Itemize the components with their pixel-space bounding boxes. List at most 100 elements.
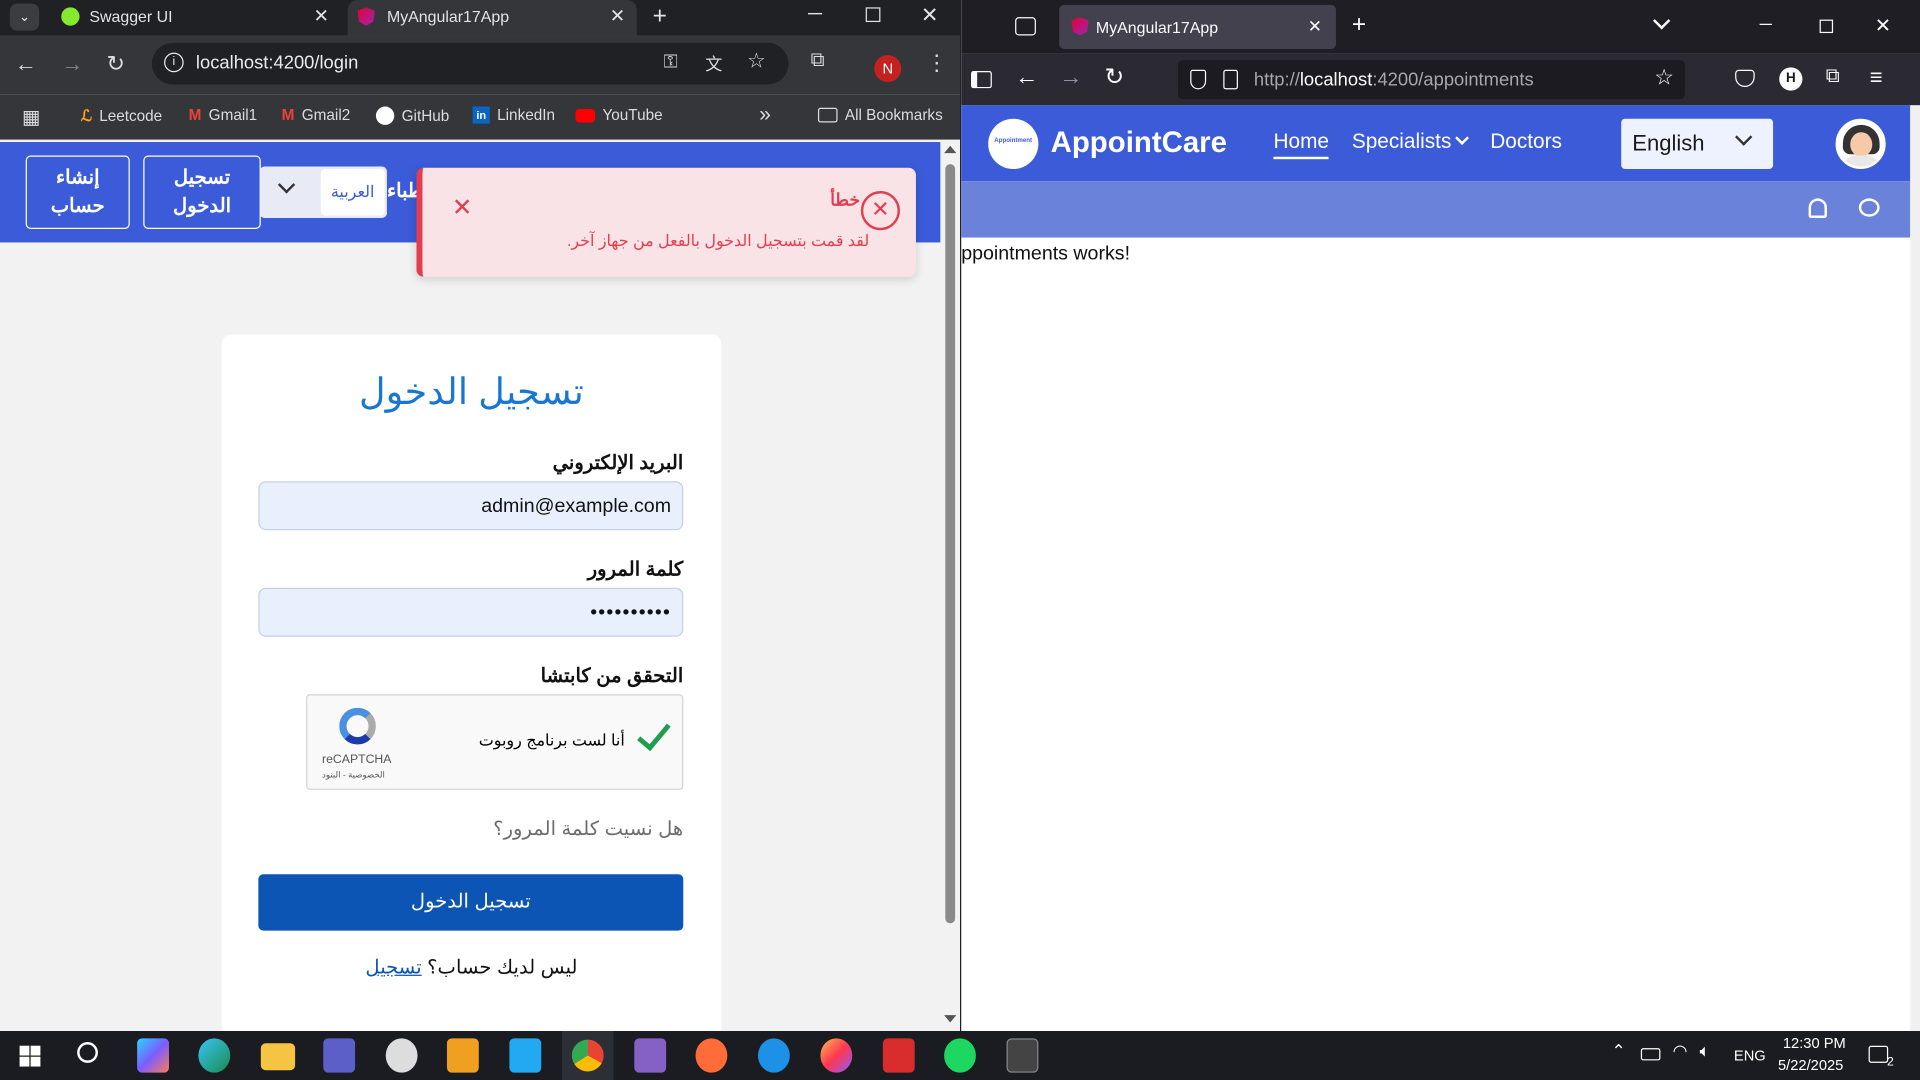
close-tab-icon[interactable]: ✕ xyxy=(1308,16,1322,37)
bookmark-star-icon[interactable]: ☆ xyxy=(1654,65,1674,91)
translate-icon[interactable]: 文 xyxy=(705,51,722,75)
copilot-icon[interactable] xyxy=(137,1038,169,1073)
pocket-icon[interactable] xyxy=(1735,69,1755,87)
sidebar-toggle-icon[interactable] xyxy=(971,71,992,89)
spotify-icon[interactable] xyxy=(944,1038,976,1073)
email-field[interactable]: admin@example.com xyxy=(258,481,684,531)
battery-icon[interactable] xyxy=(1640,1048,1661,1061)
bookmark-youtube[interactable]: YouTube xyxy=(575,107,663,124)
list-tabs-icon[interactable] xyxy=(1652,12,1671,30)
bell-icon[interactable] xyxy=(1808,198,1827,218)
nav-home[interactable]: Home xyxy=(1273,130,1330,160)
recaptcha-links[interactable]: الخصوصية - البنود xyxy=(322,770,385,780)
all-bookmarks[interactable]: All Bookmarks xyxy=(817,107,943,124)
page-scrollbar[interactable] xyxy=(940,142,961,1032)
forward-icon[interactable]: → xyxy=(61,51,83,77)
apps-grid-icon[interactable]: ▦ xyxy=(22,105,41,129)
volume-icon[interactable]: 🔈︎ xyxy=(1700,1041,1710,1062)
tracking-shield-icon[interactable] xyxy=(1190,69,1207,90)
language-select-value: العربية xyxy=(320,168,385,216)
edge-icon[interactable] xyxy=(198,1038,231,1073)
redis-app-icon[interactable] xyxy=(882,1038,915,1073)
docker-icon[interactable] xyxy=(757,1038,790,1073)
paint-tool-icon[interactable] xyxy=(446,1038,479,1073)
minimize-icon[interactable]: ─ xyxy=(808,4,822,26)
visual-studio-icon[interactable] xyxy=(634,1038,667,1073)
firefox-icon[interactable] xyxy=(820,1038,853,1073)
chrome-icon[interactable] xyxy=(562,1031,614,1080)
vscode-icon[interactable] xyxy=(509,1038,542,1073)
firefox-tab-myangular[interactable]: MyAngular17App ✕ xyxy=(1059,4,1336,49)
close-tab-icon[interactable]: ✕ xyxy=(313,0,328,33)
firefox-view-icon[interactable] xyxy=(1015,17,1036,36)
back-icon[interactable]: ← xyxy=(15,51,37,77)
clock-app-icon[interactable] xyxy=(385,1038,418,1073)
language-dropdown[interactable]: العربية xyxy=(259,166,387,218)
user-avatar[interactable] xyxy=(1835,118,1886,169)
appointcare-logo[interactable]: Appointment xyxy=(988,118,1039,169)
tab-search-button[interactable]: ⌄ xyxy=(9,3,40,31)
clock-date[interactable]: 5/22/2025 xyxy=(1778,1057,1843,1074)
firefox-menu-icon[interactable]: ≡ xyxy=(1870,65,1883,91)
bookmark-gmail2[interactable]: M Gmail2 xyxy=(282,107,351,124)
new-tab-button[interactable]: + xyxy=(1352,11,1366,39)
notification-icon[interactable] xyxy=(1868,1045,1889,1063)
clock-time[interactable]: 12:30 PM xyxy=(1783,1035,1846,1052)
file-explorer-icon[interactable] xyxy=(260,1043,296,1071)
extensions-icon[interactable]: ⧉ xyxy=(811,50,825,72)
password-key-icon[interactable]: ⚿ xyxy=(664,51,678,72)
bookmarks-overflow-icon[interactable]: » xyxy=(759,103,771,127)
maximize-icon[interactable] xyxy=(1819,19,1834,34)
forward-icon[interactable]: → xyxy=(1059,65,1082,92)
brand-name[interactable]: AppointCare xyxy=(1051,126,1227,160)
postman-icon[interactable] xyxy=(695,1038,728,1073)
bookmark-gmail1[interactable]: M Gmail1 xyxy=(189,107,258,124)
bookmark-github[interactable]: GitHub xyxy=(375,106,449,125)
new-tab-button[interactable]: + xyxy=(653,0,667,33)
captcha-checkmark-icon[interactable] xyxy=(637,715,671,752)
chrome-menu-icon[interactable]: ⋮ xyxy=(926,50,948,76)
firefox-scrollbar[interactable] xyxy=(1910,105,1920,1032)
teams-icon[interactable] xyxy=(323,1038,356,1073)
nav-doctors[interactable]: Doctors xyxy=(1490,130,1562,154)
back-icon[interactable]: ← xyxy=(1015,65,1038,92)
reload-icon[interactable]: ↻ xyxy=(1104,64,1123,92)
nav-specialists[interactable]: Specialists xyxy=(1352,130,1469,154)
nav-login-button[interactable]: تسجيل الدخول xyxy=(143,155,261,229)
bookmark-star-icon[interactable]: ☆ xyxy=(747,49,766,73)
close-window-icon[interactable]: ✕ xyxy=(921,4,938,28)
submit-login-button[interactable]: تسجيل الدخول xyxy=(258,874,684,931)
scrollbar-thumb[interactable] xyxy=(945,164,956,924)
wifi-icon[interactable]: ◠ xyxy=(1673,1041,1688,1062)
register-link[interactable]: تسجيل xyxy=(365,958,421,979)
input-language[interactable]: ENG xyxy=(1734,1047,1766,1064)
search-icon[interactable] xyxy=(77,1042,98,1063)
close-tab-icon[interactable]: ✕ xyxy=(610,0,625,33)
forgot-password-link[interactable]: هل نسيت كلمة المرور؟ xyxy=(493,817,683,841)
chrome-logo xyxy=(571,1039,604,1072)
extension-h-icon[interactable]: H xyxy=(1779,67,1803,91)
toast-close-icon[interactable]: ✕ xyxy=(452,192,473,223)
bookmark-linkedin[interactable]: in LinkedIn xyxy=(472,106,555,124)
language-dropdown[interactable]: English xyxy=(1621,118,1774,169)
scroll-down-icon[interactable] xyxy=(944,1015,957,1023)
site-info-icon[interactable]: i xyxy=(164,52,184,73)
maximize-icon[interactable] xyxy=(865,7,881,23)
minimize-icon[interactable]: ─ xyxy=(1760,13,1772,33)
tab-swagger[interactable]: Swagger UI ✕ xyxy=(49,0,343,36)
password-field[interactable]: •••••••••• xyxy=(258,587,684,637)
scroll-up-icon[interactable] xyxy=(944,145,957,154)
address-bar[interactable]: i localhost:4200/login ⚿ 文 ☆ xyxy=(151,42,789,85)
create-account-button[interactable]: إنشاء حساب xyxy=(25,155,130,229)
close-window-icon[interactable]: ✕ xyxy=(1875,13,1891,37)
terminal-icon[interactable] xyxy=(1006,1038,1039,1073)
tab-myangular[interactable]: MyAngular17App ✕ xyxy=(347,0,637,36)
reload-icon[interactable]: ↻ xyxy=(107,51,125,77)
profile-avatar[interactable]: N xyxy=(874,55,902,83)
bookmark-leetcode[interactable]: ℒ Leetcode xyxy=(81,107,162,125)
start-windows-icon[interactable] xyxy=(19,1045,41,1067)
tray-overflow-icon[interactable]: ⌃ xyxy=(1611,1041,1625,1062)
chat-icon[interactable] xyxy=(1858,198,1880,217)
firefox-url-bar[interactable]: http://localhost:4200/appointments ☆ xyxy=(1177,60,1685,100)
extensions-icon[interactable]: ⧉ xyxy=(1826,66,1840,88)
